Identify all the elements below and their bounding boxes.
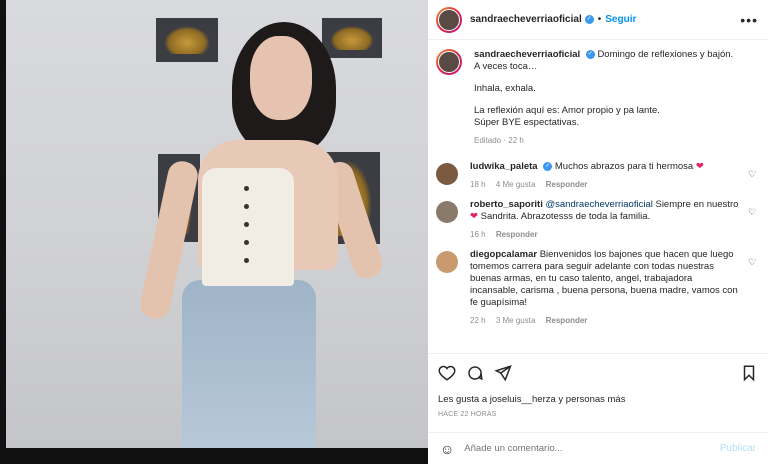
add-comment-bar: ☺ Publicar [428,432,768,464]
comment-input[interactable] [464,443,720,454]
like-comment-heart-icon[interactable]: ♡ [748,207,758,241]
comment-item: roberto_saporiti @sandraecheverriaoficia… [436,199,758,241]
avatar[interactable] [436,163,458,185]
avatar[interactable] [436,201,458,223]
wall-art-top-right [322,18,382,58]
caption-meta: Editado · 22 h [474,136,524,145]
comments-list[interactable]: sandraecheverriaoficial ✓ Domingo de ref… [428,41,768,353]
verified-badge-icon: ✓ [585,49,595,59]
caption-line-1: Domingo de reflexiones y bajón. [597,49,734,60]
comment-time: 18 h [470,180,486,189]
post-image[interactable] [0,0,428,464]
like-heart-icon[interactable] [438,364,456,382]
wall-art-top-left [156,18,218,62]
post-modal: sandraecheverriaoficial ✓ • Seguir ••• s… [0,0,768,464]
caption-line-2: A veces toca… [474,61,538,72]
follow-button[interactable]: Seguir [605,14,636,25]
person-face [250,36,312,120]
mention-link[interactable]: @sandraecheverriaoficial [546,199,653,210]
comment-text: Muchos abrazos para ti hermosa [554,161,694,172]
emoji-icon[interactable]: ☺ [440,441,454,457]
reply-button[interactable]: Responder [496,230,538,239]
header-username[interactable]: sandraecheverriaoficial [470,14,582,25]
post-comment-button[interactable]: Publicar [720,443,756,454]
caption-line-3: Inhala, exhala. [474,83,536,94]
post-timestamp: HACE 22 HORAS [438,411,497,418]
comment-time: 16 h [470,230,486,239]
photo-background [6,0,428,448]
like-comment-heart-icon[interactable]: ♡ [748,257,758,327]
more-horizontal-icon[interactable]: ••• [740,12,758,28]
verified-badge-icon: ✓ [584,15,594,24]
heart-emoji: ❤ [470,211,478,222]
caption: sandraecheverriaoficial ✓ Domingo de ref… [436,49,758,147]
comment-username[interactable]: ludwika_paleta [470,161,538,172]
comment-username[interactable]: diegopcalamar [470,249,537,260]
person-white-top [202,168,294,286]
caption-avatar[interactable] [436,49,462,75]
reply-button[interactable]: Responder [546,180,588,189]
comment-item: ludwika_paleta ✓ Muchos abrazos para ti … [436,161,758,191]
comment-item: diegopcalamar Bienvenidos los bajones qu… [436,249,758,327]
comment-time: 22 h [470,316,486,325]
separator-dot: • [597,14,602,25]
reply-button[interactable]: Responder [546,316,588,325]
comment-text-b: Sandrita. Abrazotesss de toda la familia… [480,211,651,222]
caption-line-5: Súper BYE espectativas. [474,117,580,128]
save-bookmark-icon[interactable] [740,364,758,382]
comment-bubble-icon[interactable] [466,364,484,382]
post-side-panel: sandraecheverriaoficial ✓ • Seguir ••• s… [428,0,768,464]
post-header: sandraecheverriaoficial ✓ • Seguir ••• [428,0,768,40]
verified-badge-icon: ✓ [543,161,553,171]
person-jeans [182,280,316,448]
likes-summary[interactable]: Les gusta a joseluis__herza y personas m… [438,394,758,405]
comment-likes[interactable]: 4 Me gusta [496,180,536,189]
post-actions: Les gusta a joseluis__herza y personas m… [428,353,768,418]
heart-emoji: ❤ [695,161,704,172]
comment-username[interactable]: roberto_saporiti [470,199,543,210]
like-comment-heart-icon[interactable]: ♡ [748,169,758,191]
avatar[interactable] [436,6,462,33]
comment-likes[interactable]: 3 Me gusta [496,316,536,325]
avatar[interactable] [436,251,458,273]
comment-text-a: Siempre en nuestro [655,199,739,210]
share-paper-plane-icon[interactable] [494,364,512,382]
caption-username[interactable]: sandraecheverriaoficial [474,49,580,60]
caption-line-4: La reflexión aquí es: Amor propio y pa l… [474,105,660,116]
